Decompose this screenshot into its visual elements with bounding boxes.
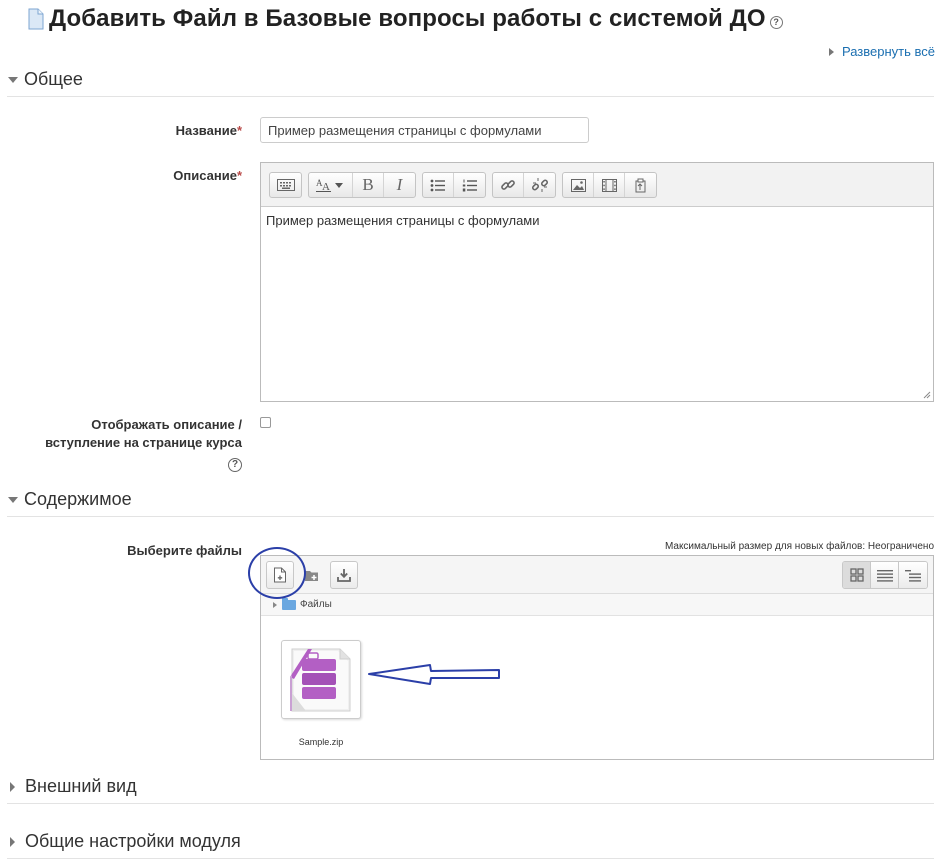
toolbar-group-collapse [269,172,302,198]
expand-all-label: Развернуть всё [841,44,935,59]
view-tree-button[interactable] [899,562,927,588]
page-file-icon [28,8,44,30]
expand-all-arrow-icon [828,47,834,56]
required-mark: * [236,168,242,183]
expand-all-link[interactable]: Развернуть всё [828,44,935,59]
show-description-checkbox[interactable] [260,417,271,428]
tree-view-icon [905,569,921,582]
film-icon [601,178,617,192]
bullet-list-icon [430,179,445,191]
view-switcher [842,561,928,589]
resize-grip-icon[interactable] [923,391,931,399]
name-label-text: Название [175,123,237,138]
files-clipboard-icon [635,178,646,192]
file-manager: Файлы Sample.zip [260,555,934,760]
folder-icon [282,597,296,610]
name-input[interactable] [260,117,589,143]
expand-arrow-icon [10,836,15,847]
link-icon [501,180,515,190]
description-editor[interactable]: A A B I Пример размещения страницы с фор… [260,162,934,402]
unlink-icon [531,178,548,192]
bold-icon: B [362,175,374,194]
file-manager-path[interactable]: Файлы [261,594,933,616]
show-description-label-line2: вступление на странице курса [45,435,242,450]
editor-toolbar: A A B I [261,163,933,207]
max-file-size-text: Максимальный размер для новых файлов: Не… [664,541,934,552]
list-view-icon [876,569,893,582]
editor-content[interactable]: Пример размещения страницы с формулами [261,207,933,234]
insert-image-button[interactable] [563,173,594,197]
expand-arrow-icon [273,601,277,608]
collapse-arrow-icon [8,76,18,83]
section-content-label: Содержимое [24,489,132,509]
view-icons-button[interactable] [843,562,871,588]
insert-media-button[interactable] [594,173,625,197]
ordered-list-button[interactable] [454,173,485,197]
create-folder-button[interactable] [298,561,326,589]
zip-archive-icon [290,648,351,712]
section-module-settings-label: Общие настройки модуля [25,831,241,851]
expand-arrow-icon [10,781,15,792]
italic-button[interactable]: I [384,173,415,197]
section-general-header[interactable]: Общее [7,63,934,97]
bold-button[interactable]: B [353,173,384,197]
download-icon [337,569,351,582]
section-general-label: Общее [24,69,83,89]
file-tile[interactable] [281,640,361,719]
help-icon[interactable]: ? [228,458,242,472]
image-icon [570,178,586,192]
choose-files-label: Выберите файлы [127,543,242,558]
toolbar-group-lists [422,172,486,198]
font-style-icon: A A [315,178,343,193]
section-module-settings-header[interactable]: Общие настройки модуля [7,825,934,859]
add-file-icon [274,567,286,583]
file-manager-toolbar [261,556,933,594]
show-description-label-line1: Отображать описание / [91,417,242,432]
section-content-header[interactable]: Содержимое [7,483,934,517]
paragraph-style-button[interactable]: A A [309,173,353,197]
toolbar-group-links [492,172,556,198]
view-details-button[interactable] [871,562,899,588]
section-appearance-label: Внешний вид [25,776,137,796]
section-appearance-header[interactable]: Внешний вид [7,770,934,804]
toolbar-group-media [562,172,657,198]
grid-view-icon [849,568,864,582]
required-mark: * [236,123,242,138]
page-title: Добавить Файл в Базовые вопросы работы с… [27,4,783,34]
description-label-text: Описание [173,168,237,183]
numbered-list-icon [462,179,477,191]
link-button[interactable] [493,173,524,197]
add-file-button[interactable] [266,561,294,589]
name-field-label: Название* [176,123,242,138]
show-description-label: Отображать описание / вступление на стра… [45,416,242,452]
page-title-text: Добавить Файл в Базовые вопросы работы с… [49,5,766,32]
keyboard-icon [276,179,295,191]
toolbar-group-style: A A B I [308,172,416,198]
file-name-label: Sample.zip [298,737,344,747]
collapse-arrow-icon [8,496,18,503]
unlink-button[interactable] [524,173,555,197]
title-help-icon[interactable]: ? [769,15,783,29]
description-field-label: Описание* [173,168,242,183]
path-folder-label: Файлы [300,599,332,610]
italic-icon: I [396,175,403,194]
download-all-button[interactable] [330,561,358,589]
unordered-list-button[interactable] [423,173,454,197]
new-folder-icon [305,570,318,581]
toolbar-toggle-button[interactable] [270,173,301,197]
manage-files-button[interactable] [625,173,656,197]
